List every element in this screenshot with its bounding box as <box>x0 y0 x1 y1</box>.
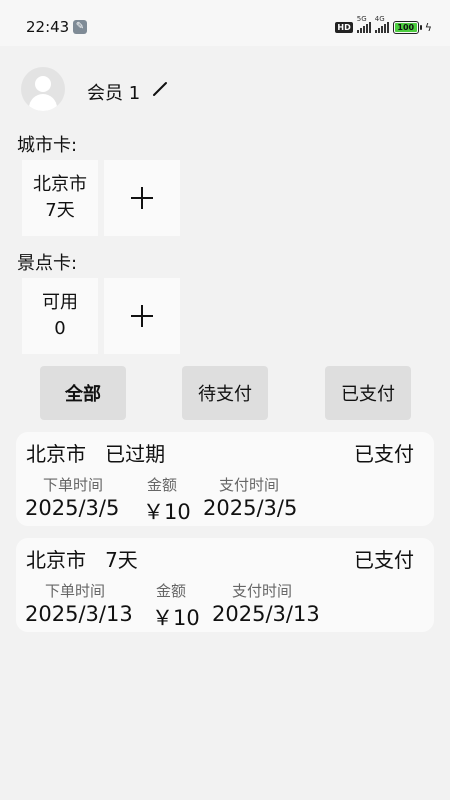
order-title: 北京市 已过期 <box>26 442 166 466</box>
scenic-card-label: 景点卡: <box>17 253 78 274</box>
wrench-icon: ✎ <box>73 20 87 34</box>
scenic-card-tile[interactable]: 可用 0 <box>22 278 98 354</box>
signal-4g-icon: 4G <box>374 15 389 33</box>
hd-icon: HD <box>335 21 353 33</box>
order-status: 已支付 <box>354 442 414 466</box>
order-time-label: 下单时间 <box>43 476 104 494</box>
order-card[interactable]: 北京市 已过期 已支付 下单时间 金额 支付时间 2025/3/5 ￥10 20… <box>16 432 434 526</box>
edit-icon[interactable] <box>152 79 168 97</box>
city-card-name: 北京市 <box>33 174 87 195</box>
amount-label: 金额 <box>147 476 178 494</box>
status-bar: 22:43 ✎ HD 5G 4G 100 ϟ <box>0 0 450 46</box>
avatar-head-shape <box>35 76 51 92</box>
order-card[interactable]: 北京市 7天 已支付 下单时间 金额 支付时间 2025/3/13 ￥10 20… <box>16 538 434 632</box>
status-time: 22:43 <box>26 18 70 36</box>
order-time-label: 下单时间 <box>45 582 106 600</box>
signal-5g-icon: 5G <box>356 15 371 33</box>
plus-icon <box>131 187 153 209</box>
member-name: 会员 1 <box>87 83 141 104</box>
order-title: 北京市 7天 <box>26 548 138 572</box>
pay-time-value: 2025/3/5 <box>203 496 298 520</box>
plus-icon <box>131 305 153 327</box>
status-icons: HD 5G 4G 100 ϟ <box>335 15 432 35</box>
city-card-tile[interactable]: 北京市 7天 <box>22 160 98 236</box>
filter-pending-button[interactable]: 待支付 <box>182 366 268 420</box>
avatar-body-shape <box>29 94 57 111</box>
add-city-card-button[interactable] <box>104 160 180 236</box>
pay-time-label: 支付时间 <box>219 476 280 494</box>
order-time-value: 2025/3/13 <box>25 602 133 626</box>
pay-time-value: 2025/3/13 <box>212 602 320 626</box>
amount-label: 金额 <box>156 582 187 600</box>
filter-paid-button[interactable]: 已支付 <box>325 366 411 420</box>
amount-value: ￥10 <box>152 606 200 630</box>
filter-all-button[interactable]: 全部 <box>40 366 126 420</box>
amount-value: ￥10 <box>143 500 191 524</box>
city-card-label: 城市卡: <box>17 135 78 156</box>
order-time-value: 2025/3/5 <box>25 496 120 520</box>
city-card-duration: 7天 <box>45 200 75 221</box>
scenic-card-available-label: 可用 <box>42 292 78 313</box>
battery-icon: 100 <box>392 20 422 34</box>
avatar[interactable] <box>21 67 65 111</box>
add-scenic-card-button[interactable] <box>104 278 180 354</box>
pay-time-label: 支付时间 <box>232 582 293 600</box>
scenic-card-count: 0 <box>54 318 66 339</box>
order-status: 已支付 <box>354 548 414 572</box>
charging-icon: ϟ <box>424 20 432 34</box>
